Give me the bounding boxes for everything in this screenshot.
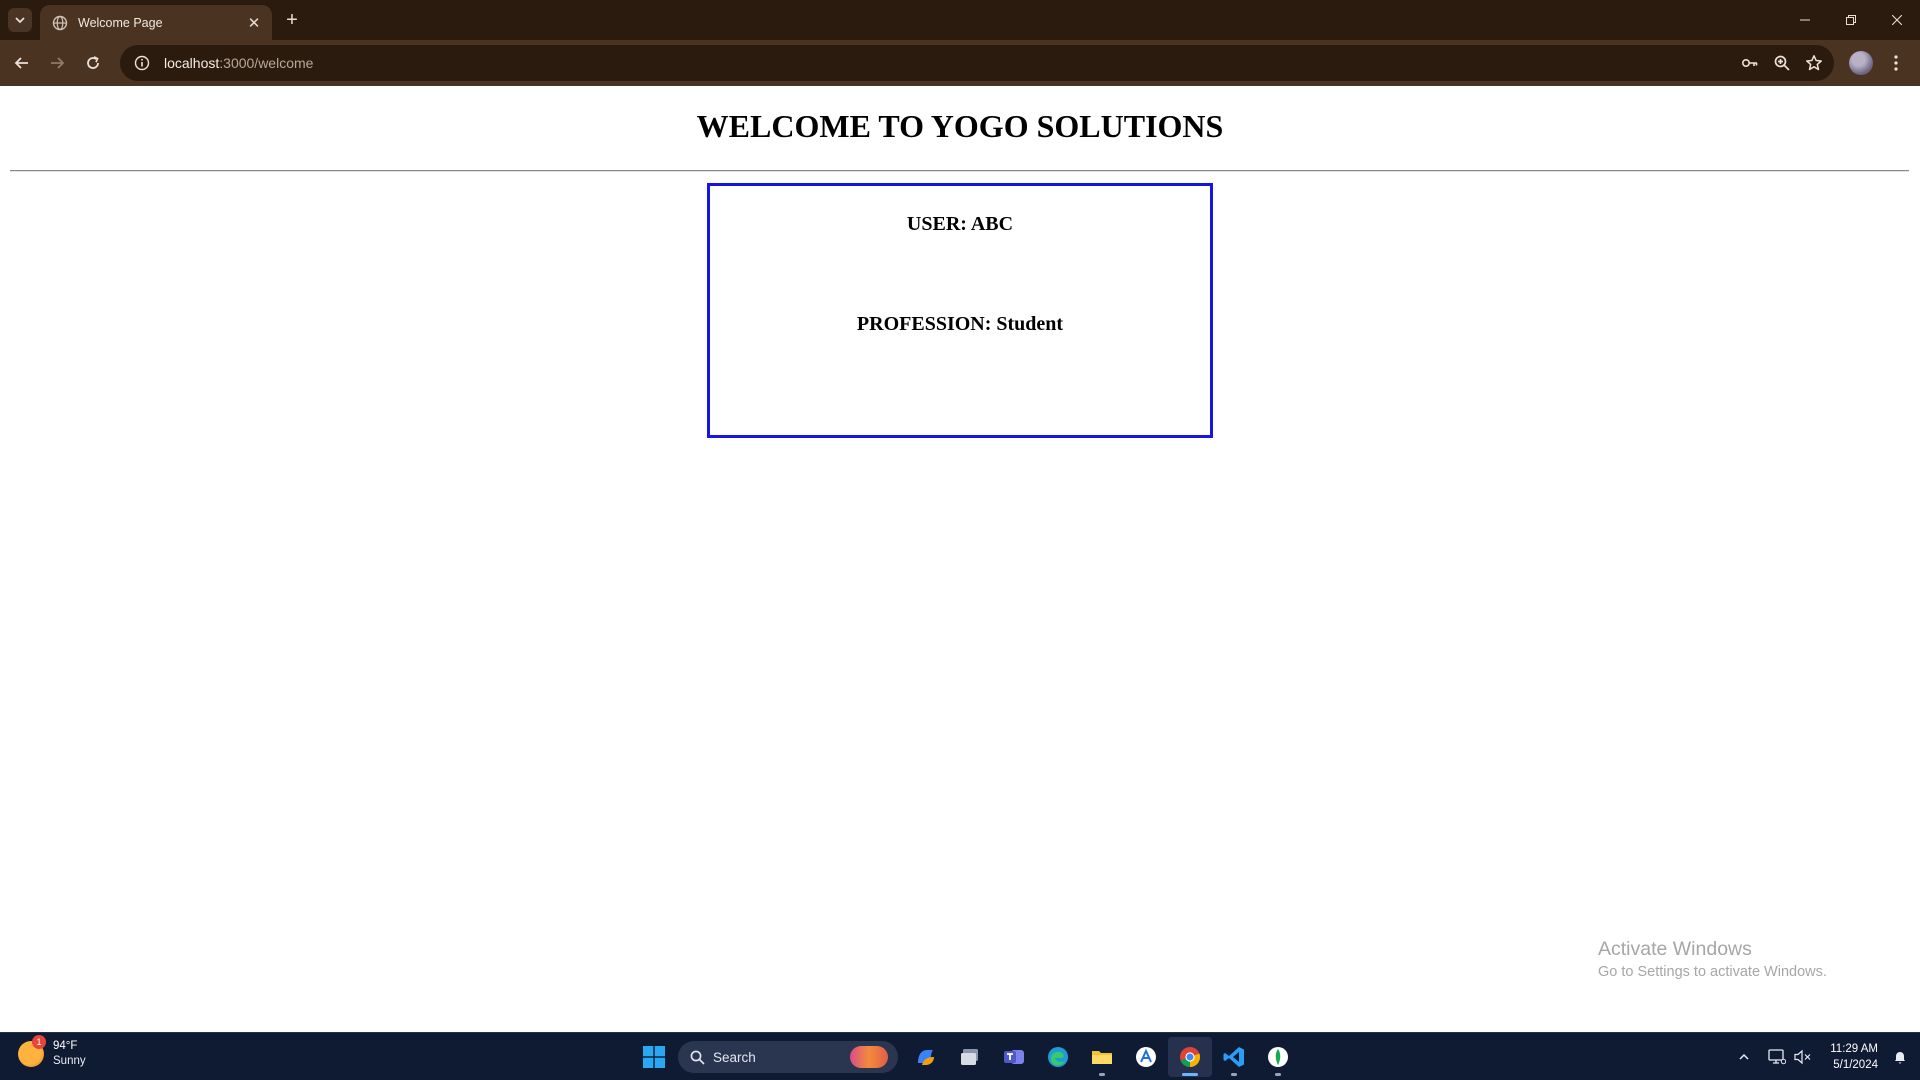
watermark-subtitle: Go to Settings to activate Windows. xyxy=(1598,964,1827,980)
back-button[interactable] xyxy=(6,47,38,79)
taskbar-file-explorer[interactable] xyxy=(1080,1037,1124,1077)
search-highlight-image xyxy=(850,1046,888,1068)
tab-welcome-page[interactable]: Welcome Page ✕ xyxy=(40,5,272,40)
search-label: Search xyxy=(713,1049,756,1065)
new-tab-button[interactable]: + xyxy=(280,8,304,32)
network-button[interactable] xyxy=(1765,1045,1789,1069)
globe-icon xyxy=(52,15,68,30)
teams-icon xyxy=(1004,1050,1024,1064)
horizontal-rule xyxy=(10,170,1909,172)
start-button[interactable] xyxy=(634,1037,674,1077)
star-icon xyxy=(1806,55,1822,71)
taskbar-task-view[interactable] xyxy=(948,1037,992,1077)
bookmark-button[interactable] xyxy=(1802,51,1826,75)
forward-button[interactable] xyxy=(41,47,73,79)
tab-search-button[interactable] xyxy=(8,8,32,32)
taskbar-teams[interactable] xyxy=(992,1037,1036,1077)
site-info-button[interactable] xyxy=(130,51,154,75)
running-indicator xyxy=(1275,1073,1281,1076)
arrow-left-icon xyxy=(14,57,28,69)
copilot-icon xyxy=(918,1050,934,1065)
notifications-button[interactable] xyxy=(1886,1043,1914,1071)
reload-button[interactable] xyxy=(77,47,109,79)
restore-icon xyxy=(1846,15,1856,25)
taskbar-mongodb-compass[interactable] xyxy=(1256,1037,1300,1077)
user-line: USER: ABC xyxy=(906,213,1014,235)
web-page: WELCOME TO YOGO SOLUTIONS USER: ABC PROF… xyxy=(0,86,1920,1032)
file-explorer-icon xyxy=(1092,1051,1112,1064)
running-indicator xyxy=(1099,1073,1105,1076)
address-bar[interactable]: localhost:3000/welcome xyxy=(120,45,1834,81)
user-profile-card: USER: ABC PROFESSION: Student xyxy=(707,183,1213,438)
sun-icon: 1 xyxy=(18,1035,46,1067)
notification-badge: 1 xyxy=(32,1035,46,1049)
vscode-icon xyxy=(1223,1047,1244,1067)
minimize-button[interactable] xyxy=(1782,0,1828,40)
profession-line: PROFESSION: Student xyxy=(856,313,1064,335)
url-host: localhost xyxy=(164,55,220,71)
taskbar-search[interactable]: Search xyxy=(678,1041,898,1073)
watermark-title: Activate Windows xyxy=(1598,938,1752,960)
browser-menu-button[interactable] xyxy=(1884,51,1908,75)
clock-date: 5/1/2024 xyxy=(1833,1059,1878,1071)
windows-taskbar: 1 94°F Sunny Search 11:29 AM 5/1/2024 xyxy=(0,1032,1920,1080)
chrome-icon xyxy=(1180,1047,1201,1067)
browser-toolbar: localhost:3000/welcome xyxy=(0,40,1920,86)
password-key-button[interactable] xyxy=(1738,51,1762,75)
info-icon xyxy=(134,55,150,71)
volume-mute-icon xyxy=(1794,1049,1811,1065)
taskbar-copilot[interactable] xyxy=(904,1037,948,1077)
browser-tab-strip: Welcome Page ✕ + xyxy=(0,0,1920,40)
taskbar-app-store[interactable] xyxy=(1124,1037,1168,1077)
show-hidden-icons-button[interactable] xyxy=(1732,1045,1756,1069)
task-view-icon xyxy=(961,1049,978,1065)
active-indicator xyxy=(1182,1073,1198,1076)
taskbar-chrome[interactable] xyxy=(1168,1037,1212,1077)
reload-icon xyxy=(87,56,99,69)
close-window-button[interactable] xyxy=(1874,0,1920,40)
volume-button[interactable] xyxy=(1791,1045,1815,1069)
chevron-down-icon xyxy=(15,17,25,24)
profile-avatar[interactable] xyxy=(1849,51,1873,75)
window-controls xyxy=(1782,0,1920,40)
minimize-icon xyxy=(1800,19,1810,21)
weather-temperature: 94°F xyxy=(53,1040,78,1052)
tab-title: Welcome Page xyxy=(78,15,163,30)
more-vertical-icon xyxy=(1894,55,1898,71)
zoom-in-icon xyxy=(1774,55,1790,71)
taskbar-vscode[interactable] xyxy=(1212,1037,1256,1077)
url-path: :3000/welcome xyxy=(219,55,314,71)
zoom-button[interactable] xyxy=(1770,51,1794,75)
edge-icon xyxy=(1048,1047,1068,1067)
network-icon xyxy=(1768,1049,1787,1065)
clock-time: 11:29 AM xyxy=(1830,1043,1878,1055)
restore-button[interactable] xyxy=(1828,0,1874,40)
taskbar-apps: Search xyxy=(634,1037,1300,1077)
taskbar-edge[interactable] xyxy=(1036,1037,1080,1077)
activate-windows-watermark: Activate Windows Go to Settings to activ… xyxy=(1598,938,1827,980)
close-icon xyxy=(1892,15,1902,25)
windows-logo-icon xyxy=(643,1046,665,1068)
app-icon xyxy=(1136,1047,1156,1067)
page-title: WELCOME TO YOGO SOLUTIONS xyxy=(696,108,1224,144)
address-bar-actions xyxy=(1738,51,1826,75)
system-tray: 11:29 AM 5/1/2024 xyxy=(1731,1033,1920,1080)
weather-widget[interactable]: 1 94°F Sunny xyxy=(18,1035,86,1069)
key-icon xyxy=(1741,59,1758,68)
search-icon xyxy=(690,1050,705,1065)
taskbar-clock[interactable]: 11:29 AM 5/1/2024 xyxy=(1830,1041,1878,1073)
mongodb-compass-icon xyxy=(1268,1047,1288,1067)
bell-icon xyxy=(1895,1052,1905,1064)
chevron-up-icon xyxy=(1739,1053,1749,1060)
arrow-right-icon xyxy=(51,57,65,69)
tab-close-button[interactable]: ✕ xyxy=(244,13,264,33)
running-indicator xyxy=(1231,1073,1237,1076)
weather-condition: Sunny xyxy=(53,1055,86,1067)
